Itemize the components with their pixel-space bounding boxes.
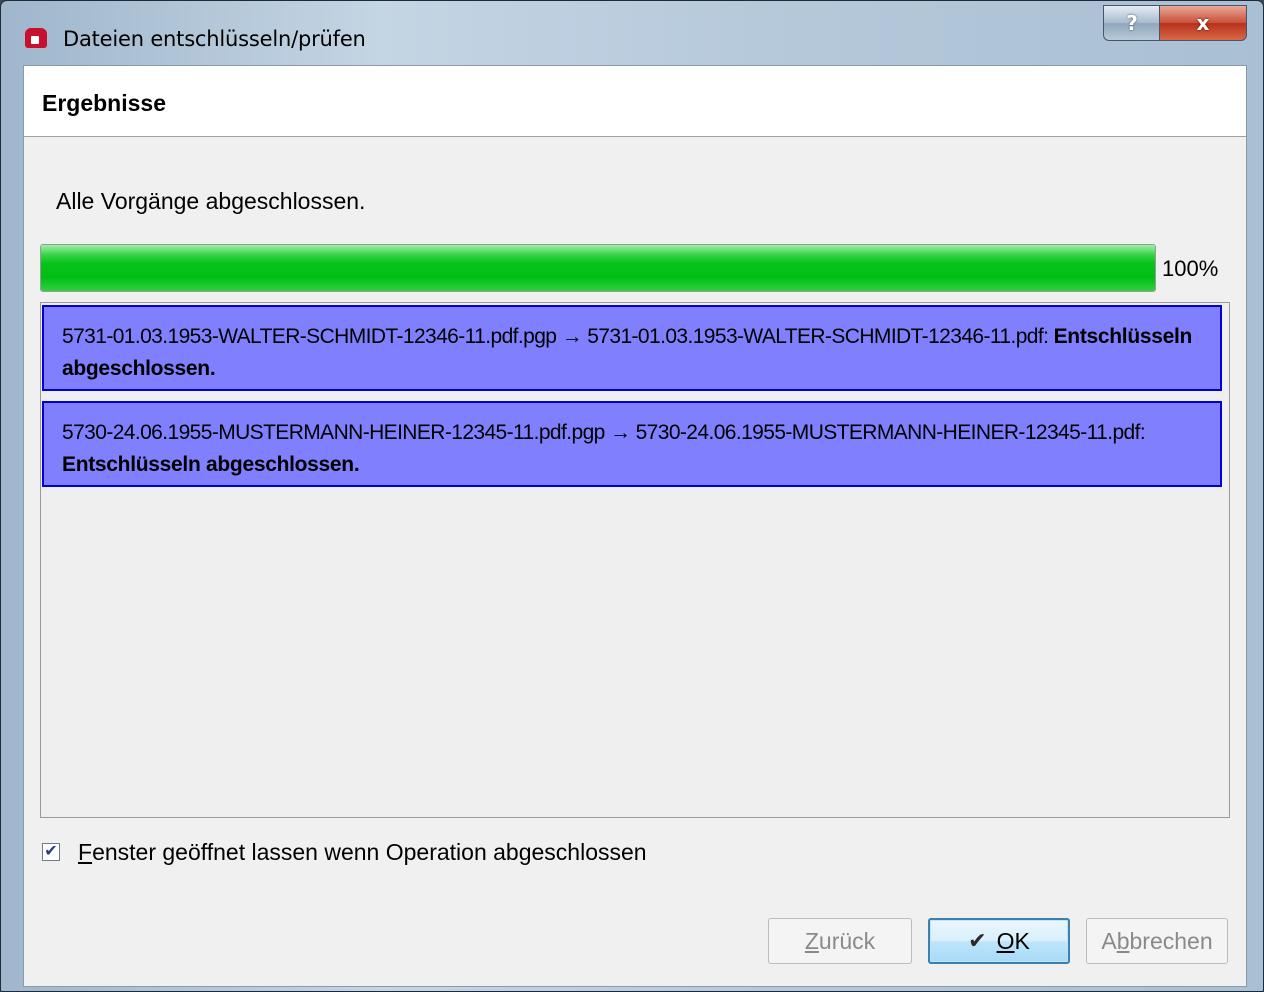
back-button[interactable]: Zurück: [768, 918, 912, 964]
dialog-body: Ergebnisse Alle Vorgänge abgeschlossen. …: [23, 65, 1247, 987]
cancel-button[interactable]: Ab brechen: [1086, 918, 1228, 964]
result-file-text: 5730-24.06.1955-MUSTERMANN-HEINER-12345-…: [62, 421, 1146, 444]
keep-open-option[interactable]: ✔ Fenster geöffnet lassen wenn Operation…: [42, 838, 647, 866]
status-message: Alle Vorgänge abgeschlossen.: [56, 188, 366, 214]
title-bar[interactable]: Dateien entschlüsseln/prüfen ? x: [1, 1, 1263, 61]
app-icon: [25, 28, 47, 48]
result-file-text: 5731-01.03.1953-WALTER-SCHMIDT-12346-11.…: [62, 325, 1054, 348]
result-status: Entschlüsseln abgeschlossen.: [62, 453, 360, 476]
ok-button[interactable]: ✔ O K: [928, 918, 1070, 964]
close-button[interactable]: x: [1159, 5, 1247, 41]
page-title: Ergebnisse: [42, 90, 166, 116]
close-icon: x: [1196, 11, 1210, 35]
dialog-window: Dateien entschlüsseln/prüfen ? x Ergebni…: [0, 0, 1264, 992]
progress-fill: [41, 245, 1155, 291]
list-item[interactable]: 5730-24.06.1955-MUSTERMANN-HEINER-12345-…: [42, 401, 1222, 487]
results-list[interactable]: 5731-01.03.1953-WALTER-SCHMIDT-12346-11.…: [40, 302, 1230, 818]
help-button[interactable]: ?: [1103, 5, 1161, 41]
window-title: Dateien entschlüsseln/prüfen: [63, 27, 366, 51]
checkmark-icon: ✔: [44, 843, 58, 860]
checkmark-icon: ✔: [968, 928, 987, 953]
progress-percent-label: 100%: [1162, 256, 1219, 281]
help-icon: ?: [1126, 11, 1138, 35]
keep-open-label[interactable]: Fenster geöffnet lassen wenn Operation a…: [78, 839, 647, 866]
keep-open-checkbox[interactable]: ✔: [42, 843, 60, 861]
page-header: Ergebnisse: [24, 66, 1246, 137]
progress-bar: [40, 244, 1156, 292]
list-item[interactable]: 5731-01.03.1953-WALTER-SCHMIDT-12346-11.…: [42, 305, 1222, 391]
